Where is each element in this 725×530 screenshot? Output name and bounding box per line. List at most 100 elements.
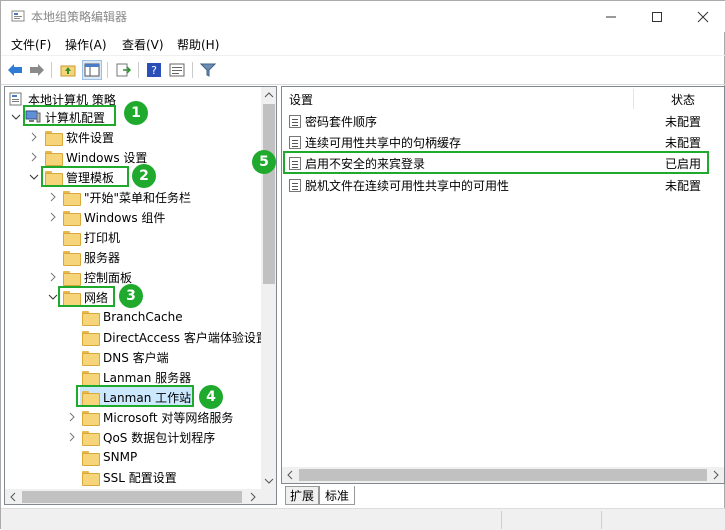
collapse-toggle[interactable]	[11, 112, 21, 122]
tree-item-snmp[interactable]: SNMP	[82, 447, 137, 467]
policy-row-cipher-suite-order[interactable]: 密码套件顺序 未配置	[282, 111, 708, 132]
title-bar: 本地组策略编辑器	[1, 1, 725, 32]
tree-item-server[interactable]: 服务器	[63, 247, 120, 267]
tree-item-branchcache[interactable]: BranchCache	[82, 307, 183, 327]
policy-name: 连续可用性共享中的句柄缓存	[305, 136, 462, 150]
toolbar-separator	[192, 62, 193, 78]
policy-setting-icon	[289, 136, 301, 149]
list-horizontal-scroll-thumb[interactable]	[299, 469, 707, 481]
window-title: 本地组策略编辑器	[31, 10, 128, 24]
policy-row-handle-caching[interactable]: 连续可用性共享中的句柄缓存 未配置	[282, 132, 708, 153]
status-separator	[501, 511, 502, 529]
expand-toggle[interactable]	[67, 432, 77, 442]
scroll-down-icon[interactable]	[261, 473, 277, 489]
minimize-button[interactable]	[588, 1, 634, 32]
scroll-left-icon[interactable]	[5, 489, 21, 505]
tree-item-control-panel[interactable]: 控制面板	[63, 267, 132, 287]
expand-toggle[interactable]	[29, 152, 39, 162]
view-tabs: 扩展 标准	[281, 486, 725, 506]
expand-toggle[interactable]	[67, 412, 77, 422]
tree-item-label: BranchCache	[103, 310, 183, 324]
column-header-state[interactable]: 状态	[671, 87, 695, 111]
expand-toggle[interactable]	[48, 192, 58, 202]
tree-item-label: 软件设置	[66, 130, 115, 145]
folder-icon	[82, 330, 100, 346]
policy-setting-icon	[289, 179, 301, 192]
step-badge-3: 3	[119, 284, 143, 308]
step-badge-1: 1	[124, 101, 148, 125]
menu-file[interactable]: 文件(F)	[11, 36, 51, 53]
tab-standard[interactable]: 标准	[319, 486, 355, 505]
up-one-level-button[interactable]	[58, 60, 78, 80]
menu-view[interactable]: 查看(V)	[122, 36, 164, 53]
properties-icon	[169, 63, 185, 77]
forward-button[interactable]	[27, 60, 47, 80]
tree-item-windows-settings[interactable]: Windows 设置	[45, 147, 147, 167]
settings-list-pane[interactable]: 设置 状态 密码套件顺序 未配置 连续可用性共享中的句柄缓存 未配置 启用不安全…	[281, 86, 725, 484]
folder-icon	[45, 150, 63, 166]
expand-toggle[interactable]	[48, 272, 58, 282]
tree-item-directaccess[interactable]: DirectAccess 客户端体验设置	[82, 327, 268, 347]
chevron-right-icon	[69, 412, 75, 422]
policy-state: 未配置	[665, 179, 702, 193]
chevron-right-icon	[50, 272, 56, 282]
help-button[interactable]: ?	[144, 60, 164, 80]
tree-item-dns-client[interactable]: DNS 客户端	[82, 347, 169, 367]
tree-item-qos[interactable]: QoS 数据包计划程序	[82, 427, 215, 447]
scroll-right-icon[interactable]	[708, 467, 724, 483]
tree-item-label: Windows 设置	[66, 150, 148, 165]
scroll-left-icon[interactable]	[282, 467, 298, 483]
up-folder-icon	[60, 65, 76, 77]
group-policy-editor-window: 本地组策略编辑器 文件(F) 操作(A) 查看(V) 帮助(H) ? 本地计算机…	[0, 0, 725, 530]
help-icon: ?	[147, 63, 161, 77]
show-hide-tree-icon	[84, 63, 100, 77]
export-list-button[interactable]	[113, 60, 133, 80]
collapse-toggle[interactable]	[48, 292, 58, 302]
tree-item-windows-components[interactable]: Windows 组件	[63, 207, 165, 227]
tree-vertical-scrollbar[interactable]	[261, 87, 277, 489]
tree-item-ssl-config[interactable]: SSL 配置设置	[82, 467, 177, 487]
scroll-up-icon[interactable]	[261, 87, 277, 103]
maximize-button[interactable]	[634, 1, 680, 32]
maximize-icon	[652, 11, 662, 22]
folder-icon	[82, 430, 100, 446]
menu-help[interactable]: 帮助(H)	[177, 36, 219, 53]
policy-state: 未配置	[665, 136, 702, 150]
close-button[interactable]	[680, 1, 725, 32]
menu-action[interactable]: 操作(A)	[65, 36, 107, 53]
properties-button[interactable]	[167, 60, 187, 80]
forward-arrow-icon	[30, 64, 44, 76]
tree-item-software-settings[interactable]: 软件设置	[45, 127, 114, 147]
policy-name: 密码套件顺序	[305, 115, 378, 129]
tree-item-label: 控制面板	[84, 270, 133, 285]
policy-row-offline-files-availability[interactable]: 脱机文件在连续可用性共享中的可用性 未配置	[282, 175, 708, 196]
tree-item-lanman-server[interactable]: Lanman 服务器	[82, 367, 191, 387]
close-icon	[697, 11, 709, 22]
toolbar-separator	[138, 62, 139, 78]
filter-button[interactable]	[198, 60, 218, 80]
tree-vertical-scroll-thumb[interactable]	[263, 104, 275, 284]
folder-icon	[63, 270, 81, 286]
svg-text:?: ?	[151, 64, 157, 77]
column-separator[interactable]	[633, 89, 634, 109]
scroll-right-icon[interactable]	[245, 489, 261, 505]
column-header-setting[interactable]: 设置	[289, 87, 313, 111]
tree-item-microsoft-p2p[interactable]: Microsoft 对等网络服务	[82, 407, 233, 427]
step-badge-5: 5	[252, 150, 276, 174]
chevron-right-icon	[50, 212, 56, 222]
tree-item-label: QoS 数据包计划程序	[103, 430, 216, 445]
step-badge-2: 2	[132, 164, 156, 188]
back-button[interactable]	[5, 60, 25, 80]
expand-toggle[interactable]	[29, 132, 39, 142]
collapse-toggle[interactable]	[29, 172, 39, 182]
tree-item-start-menu-taskbar[interactable]: "开始"菜单和任务栏	[63, 187, 191, 207]
tree-horizontal-scroll-thumb[interactable]	[22, 491, 242, 503]
chevron-right-icon	[31, 152, 37, 162]
show-hide-tree-button[interactable]	[82, 60, 102, 80]
tree-horizontal-scrollbar[interactable]	[5, 489, 261, 505]
tab-extended[interactable]: 扩展	[285, 486, 319, 505]
expand-toggle[interactable]	[48, 212, 58, 222]
list-horizontal-scrollbar[interactable]	[282, 467, 724, 483]
chevron-right-icon	[31, 132, 37, 142]
tree-item-printers[interactable]: 打印机	[63, 227, 120, 247]
